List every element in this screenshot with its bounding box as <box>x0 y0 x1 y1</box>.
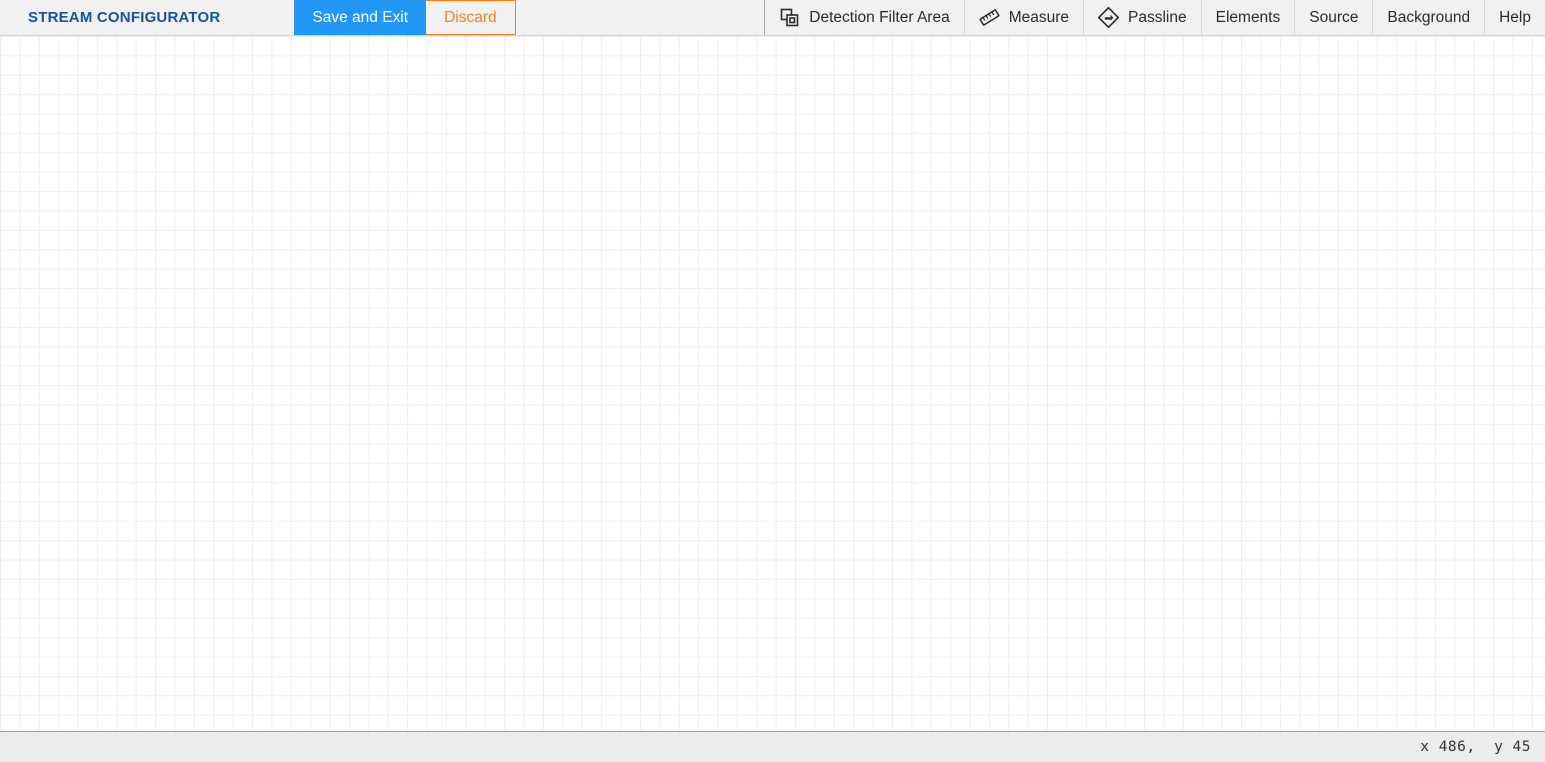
menu-item-label: Elements <box>1215 8 1281 26</box>
detection-filter-area-icon <box>779 7 800 28</box>
passline-diamond-icon <box>1098 7 1120 28</box>
menu-item-detection-filter-area[interactable]: Detection Filter Area <box>764 0 964 35</box>
app-title: STREAM CONFIGURATOR <box>28 9 221 26</box>
stream-configurator-window: STREAM CONFIGURATOR Save and Exit Discar… <box>0 0 1545 762</box>
menu-item-background[interactable]: Background <box>1372 0 1485 35</box>
menu-item-label: Measure <box>1008 8 1070 26</box>
menu-item-label: Source <box>1309 8 1359 26</box>
menu-item-source[interactable]: Source <box>1294 0 1373 35</box>
configurator-canvas[interactable] <box>0 36 1545 731</box>
menu-item-label: Detection Filter Area <box>809 8 950 26</box>
cursor-coordinates-readout: x 486, y 45 <box>1420 739 1531 755</box>
save-and-exit-button[interactable]: Save and Exit <box>294 0 427 35</box>
status-bar: x 486, y 45 <box>0 731 1545 762</box>
toolbar-left-spacer <box>232 0 294 35</box>
menu-item-elements[interactable]: Elements <box>1200 0 1295 35</box>
toolbar-menu-group: Detection Filter Area Measure Passline E… <box>764 0 1545 35</box>
ruler-icon <box>979 7 1000 28</box>
toolbar-spacer <box>515 0 765 35</box>
menu-item-label: Background <box>1387 8 1471 26</box>
menu-item-measure[interactable]: Measure <box>963 0 1084 35</box>
top-toolbar: STREAM CONFIGURATOR Save and Exit Discar… <box>0 0 1545 36</box>
menu-item-label: Help <box>1499 8 1531 26</box>
discard-button[interactable]: Discard <box>426 0 516 35</box>
menu-item-label: Passline <box>1128 8 1187 26</box>
menu-item-help[interactable]: Help <box>1484 0 1545 35</box>
menu-item-passline[interactable]: Passline <box>1083 0 1201 35</box>
